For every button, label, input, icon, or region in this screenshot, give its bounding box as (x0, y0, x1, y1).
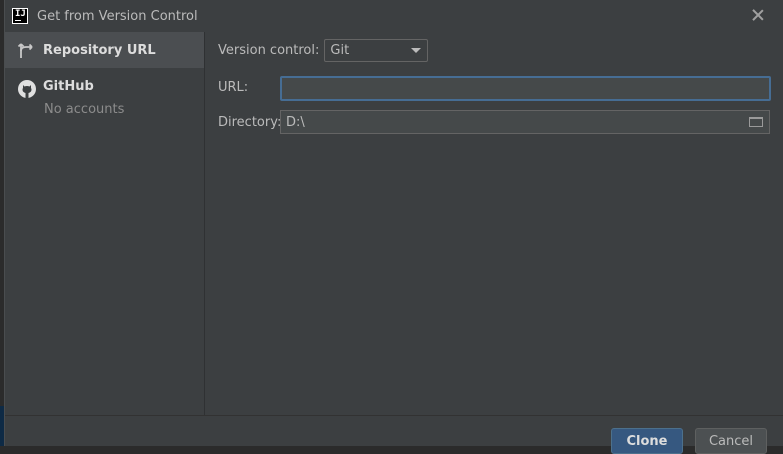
github-icon (17, 79, 37, 99)
url-input[interactable] (280, 76, 771, 101)
directory-value: D:\ (286, 114, 305, 130)
directory-label: Directory: (218, 115, 282, 130)
close-icon[interactable] (750, 7, 766, 23)
cancel-button[interactable]: Cancel (695, 428, 767, 454)
directory-input[interactable]: D:\ (280, 110, 770, 134)
sidebar: Repository URL GitHub No accounts (5, 32, 205, 415)
sidebar-item-label: GitHub (43, 79, 94, 94)
url-label: URL: (218, 80, 249, 95)
dialog-title: Get from Version Control (37, 8, 198, 24)
folder-icon[interactable] (749, 117, 763, 127)
version-control-value: Git (330, 43, 350, 58)
intellij-app-icon: IJ (12, 8, 28, 24)
chevron-down-icon (411, 48, 422, 53)
main-panel: Version control: Git URL: Directory: D:\ (206, 32, 783, 415)
github-accounts-status: No accounts (44, 102, 125, 117)
sidebar-item-label: Repository URL (43, 42, 156, 58)
sidebar-item-repository-url[interactable]: Repository URL (5, 32, 204, 68)
dialog-footer: Clone Cancel (5, 415, 783, 454)
dialog-titlebar: IJ Get from Version Control (5, 0, 783, 32)
vcs-branch-icon (17, 40, 37, 60)
version-control-select[interactable]: Git (324, 39, 429, 62)
version-control-label: Version control: (218, 43, 320, 58)
clone-button[interactable]: Clone (611, 428, 683, 454)
version-control-row: Version control: Git (218, 38, 429, 63)
get-from-vcs-dialog: IJ Get from Version Control Repository U… (4, 0, 783, 454)
sidebar-item-github[interactable]: GitHub No accounts (5, 68, 204, 124)
